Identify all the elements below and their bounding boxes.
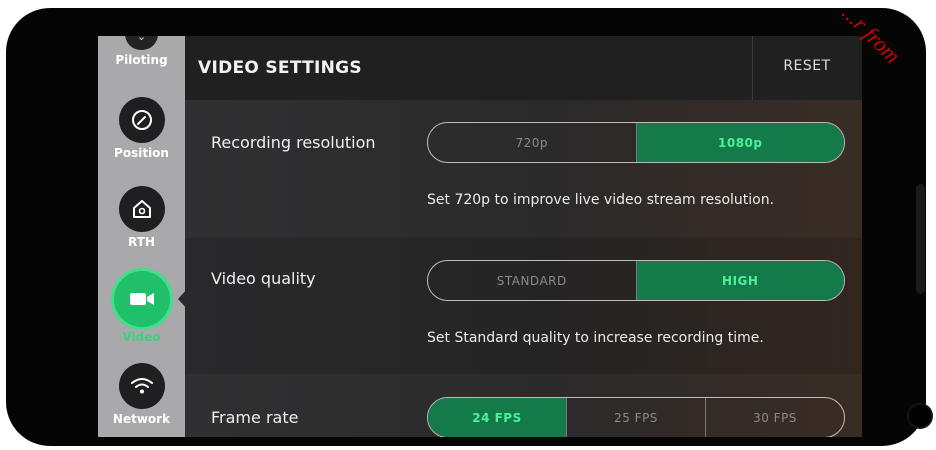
option-30fps[interactable]: 30 FPS	[705, 398, 844, 437]
front-camera	[909, 405, 931, 427]
resolution-toggle[interactable]: 720p 1080p	[427, 122, 845, 163]
sidebar-item-label: Position	[114, 146, 169, 160]
wifi-icon	[118, 363, 165, 409]
sidebar-item-rth[interactable]: RTH	[98, 186, 185, 249]
hint-text: Set 720p to improve live video stream re…	[427, 192, 775, 208]
sidebar-item-network[interactable]: Network	[98, 363, 185, 426]
sidebar-item-label: Network	[112, 412, 171, 426]
row-label: Recording resolution	[211, 133, 376, 152]
option-1080p[interactable]: 1080p	[635, 123, 844, 162]
phone-frame: ⌄ Piloting Position RTH Video Network VI…	[6, 8, 931, 446]
option-standard[interactable]: STANDARD	[428, 261, 636, 300]
reset-button[interactable]: RESET	[767, 58, 847, 74]
option-25fps[interactable]: 25 FPS	[566, 398, 705, 437]
sidebar-item-label: RTH	[128, 235, 155, 249]
sidebar-item-label: Piloting	[115, 53, 168, 67]
recording-resolution-row: Recording resolution 720p 1080p Set 720p…	[185, 100, 862, 238]
frame-rate-row: Frame rate 24 FPS 25 FPS 30 FPS	[185, 374, 862, 437]
page-title: VIDEO SETTINGS	[198, 58, 362, 78]
sidebar-item-video[interactable]: Video	[98, 271, 185, 344]
row-label: Frame rate	[211, 408, 299, 427]
row-label: Video quality	[211, 269, 316, 288]
sidebar-item-position[interactable]: Position	[98, 97, 185, 160]
side-speaker	[916, 184, 925, 294]
video-camera-icon	[113, 271, 170, 327]
chevron-down-icon[interactable]: ⌄	[125, 36, 158, 50]
screen: ⌄ Piloting Position RTH Video Network VI…	[98, 36, 862, 437]
option-720p[interactable]: 720p	[428, 123, 636, 162]
home-icon	[118, 186, 165, 232]
sidebar: ⌄ Piloting Position RTH Video Network	[98, 36, 185, 437]
hint-text: Set Standard quality to increase recordi…	[427, 330, 764, 346]
main-content: VIDEO SETTINGS RESET Recording resolutio…	[185, 36, 862, 437]
option-high[interactable]: HIGH	[635, 261, 844, 300]
sidebar-item-piloting[interactable]: Piloting	[98, 50, 185, 67]
header-divider	[752, 36, 753, 100]
video-quality-row: Video quality STANDARD HIGH Set Standard…	[185, 238, 862, 374]
gauge-icon	[118, 97, 165, 143]
option-24fps[interactable]: 24 FPS	[428, 398, 566, 437]
header-bar: VIDEO SETTINGS RESET	[185, 36, 862, 100]
frame-rate-toggle[interactable]: 24 FPS 25 FPS 30 FPS	[427, 397, 845, 437]
sidebar-item-label: Video	[122, 330, 161, 344]
quality-toggle[interactable]: STANDARD HIGH	[427, 260, 845, 301]
